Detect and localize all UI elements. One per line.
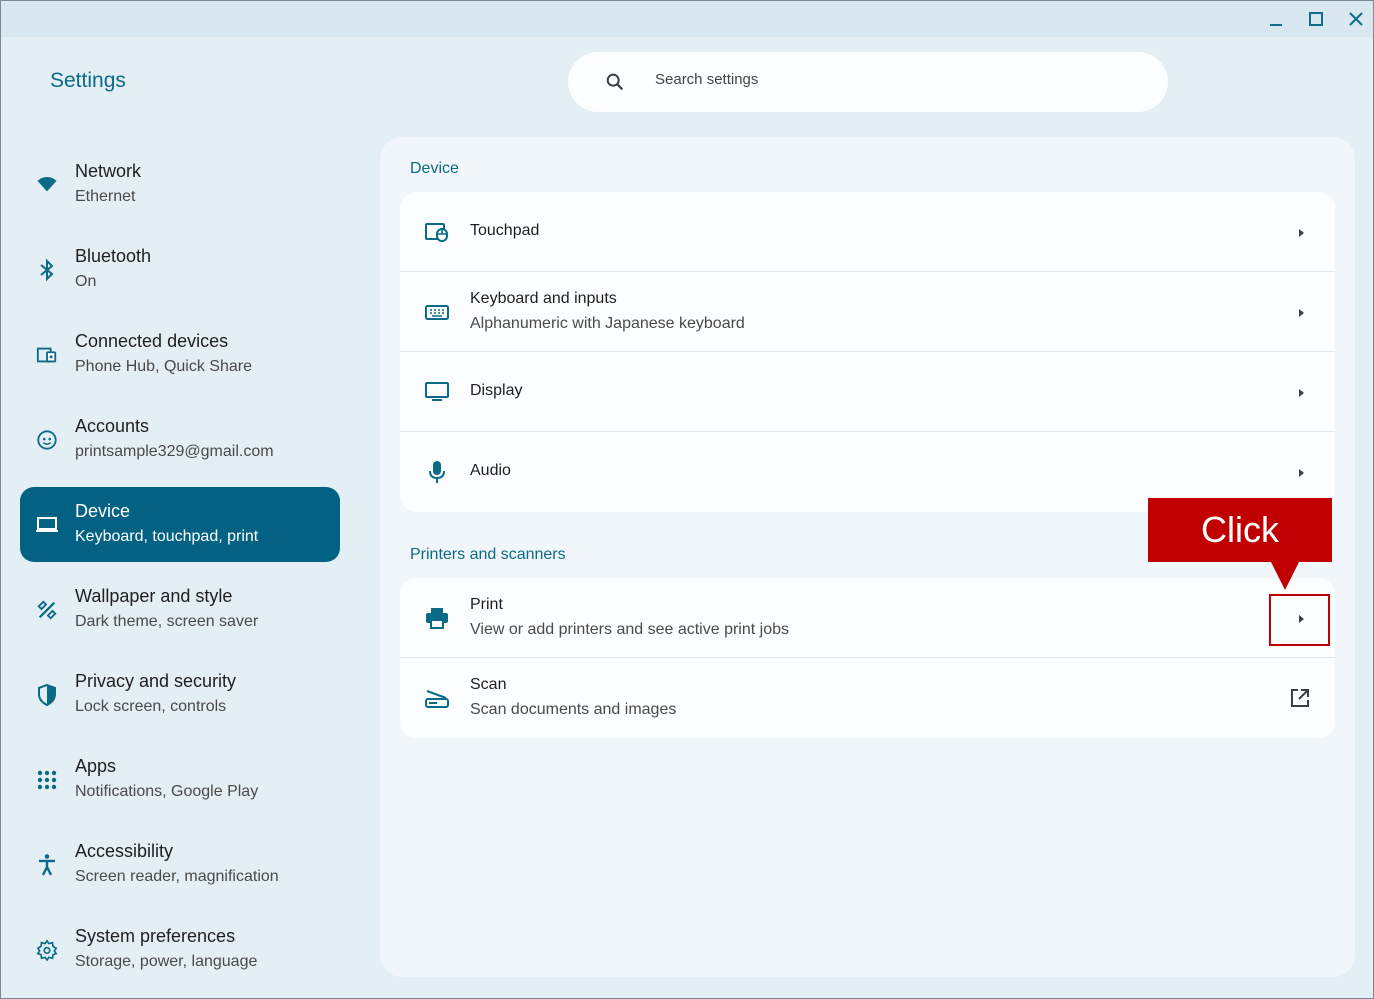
sidebar-item-title: Accounts <box>75 416 150 436</box>
row-title: Print <box>470 596 503 613</box>
laptop-icon <box>35 513 59 537</box>
search-icon <box>604 71 626 93</box>
chevron-right-icon <box>1295 306 1307 318</box>
row-title: Keyboard and inputs <box>470 290 617 307</box>
search-input[interactable]: Search settings <box>568 52 1168 112</box>
app-title: Settings <box>50 69 126 92</box>
row-subtitle: View or add printers and see active prin… <box>470 621 789 638</box>
touchpad-icon <box>424 220 450 244</box>
callout-pointer <box>1271 562 1299 590</box>
sidebar-item-subtitle: Screen reader, magnification <box>75 868 279 885</box>
sidebar-item-title: Bluetooth <box>75 246 152 266</box>
row-subtitle: Alphanumeric with Japanese keyboard <box>470 315 745 332</box>
sidebar-item-subtitle: Storage, power, language <box>75 953 258 970</box>
sidebar-item-connected-devices[interactable]: Connected devices Phone Hub, Quick Share <box>20 317 340 392</box>
minimize-icon[interactable] <box>1261 7 1291 31</box>
row-print[interactable]: Print View or add printers and see activ… <box>400 578 1335 658</box>
sidebar-item-accounts[interactable]: Accounts printsample329@gmail.com <box>20 402 340 477</box>
gear-icon <box>35 938 59 962</box>
row-scan[interactable]: Scan Scan documents and images <box>400 658 1335 738</box>
sidebar-item-subtitle: Keyboard, touchpad, print <box>75 528 259 545</box>
wifi-icon <box>35 173 59 197</box>
scanner-icon <box>424 686 450 710</box>
connected-devices-icon <box>35 343 59 367</box>
sidebar-item-device[interactable]: Device Keyboard, touchpad, print <box>20 487 340 562</box>
sidebar-item-network[interactable]: Network Ethernet <box>20 147 340 222</box>
sidebar-item-system-preferences[interactable]: System preferences Storage, power, langu… <box>20 912 340 987</box>
sidebar-item-title: Privacy and security <box>75 671 237 691</box>
sidebar-item-subtitle: Lock screen, controls <box>75 698 227 715</box>
chevron-right-icon <box>1295 226 1307 238</box>
section-label-printers: Printers and scanners <box>410 546 566 563</box>
palette-icon <box>35 598 59 622</box>
external-link-icon[interactable] <box>1290 688 1310 708</box>
sidebar-item-wallpaper[interactable]: Wallpaper and style Dark theme, screen s… <box>20 572 340 647</box>
sidebar-item-subtitle: Notifications, Google Play <box>75 783 259 800</box>
row-title: Display <box>470 382 523 399</box>
sidebar-item-title: Wallpaper and style <box>75 586 233 606</box>
apps-grid-icon <box>35 768 59 792</box>
printer-icon <box>424 606 450 630</box>
sidebar-item-subtitle: Dark theme, screen saver <box>75 613 259 630</box>
close-icon[interactable] <box>1341 7 1371 31</box>
sidebar-item-subtitle: On <box>75 273 97 290</box>
settings-window: Settings Search settings Network Etherne… <box>0 0 1374 999</box>
row-touchpad[interactable]: Touchpad <box>400 192 1335 272</box>
sidebar-item-apps[interactable]: Apps Notifications, Google Play <box>20 742 340 817</box>
sidebar-item-title: Accessibility <box>75 841 174 861</box>
row-title: Touchpad <box>470 222 540 239</box>
sidebar-item-title: Network <box>75 161 142 181</box>
row-subtitle: Scan documents and images <box>470 701 677 718</box>
row-display[interactable]: Display <box>400 352 1335 432</box>
row-keyboard-and-inputs[interactable]: Keyboard and inputs Alphanumeric with Ja… <box>400 272 1335 352</box>
bluetooth-icon <box>35 258 59 282</box>
click-highlight-box <box>1269 594 1330 646</box>
sidebar-item-subtitle: Ethernet <box>75 188 136 205</box>
microphone-icon <box>424 460 450 484</box>
sidebar-item-title: System preferences <box>75 926 236 946</box>
sidebar-item-subtitle: Phone Hub, Quick Share <box>75 358 252 375</box>
chevron-right-icon <box>1295 386 1307 398</box>
sidebar-item-bluetooth[interactable]: Bluetooth On <box>20 232 340 307</box>
keyboard-icon <box>424 300 450 324</box>
row-title: Audio <box>470 462 511 479</box>
printers-card: Print View or add printers and see activ… <box>400 578 1335 738</box>
sidebar-item-privacy[interactable]: Privacy and security Lock screen, contro… <box>20 657 340 732</box>
device-card: Touchpad Keyboard and inputs Alphanumeri… <box>400 192 1335 512</box>
section-label-device: Device <box>410 160 459 177</box>
maximize-icon[interactable] <box>1301 7 1331 31</box>
monitor-icon <box>424 380 450 404</box>
title-bar <box>1 1 1373 37</box>
sidebar-item-title: Apps <box>75 756 117 776</box>
account-face-icon <box>35 428 59 452</box>
click-callout: Click <box>1148 498 1332 562</box>
sidebar-item-accessibility[interactable]: Accessibility Screen reader, magnificati… <box>20 827 340 902</box>
search-placeholder: Search settings <box>655 71 759 88</box>
shield-icon <box>35 683 59 707</box>
sidebar-item-title: Connected devices <box>75 331 229 351</box>
row-title: Scan <box>470 676 507 693</box>
accessibility-icon <box>35 853 59 877</box>
sidebar-item-subtitle: printsample329@gmail.com <box>75 443 274 460</box>
chevron-right-icon <box>1295 466 1307 478</box>
sidebar-item-title: Device <box>75 501 131 521</box>
